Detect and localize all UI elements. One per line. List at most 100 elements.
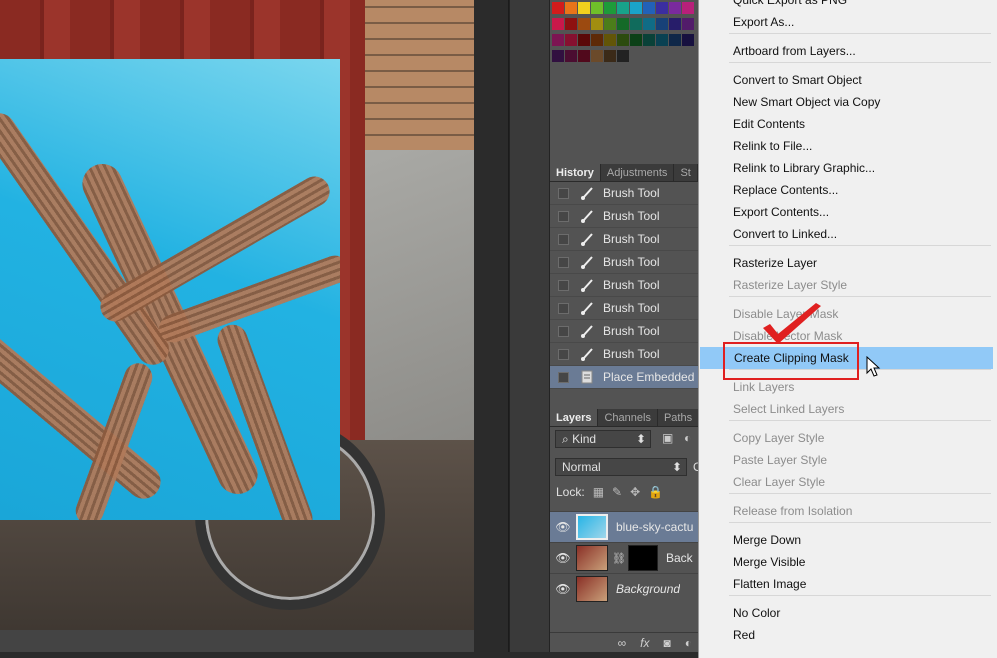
color-swatch[interactable] — [617, 50, 629, 62]
menu-item-rasterize-layer[interactable]: Rasterize Layer — [699, 252, 997, 274]
lock-move-icon[interactable]: ✥ — [630, 485, 640, 499]
tab-history[interactable]: History — [550, 164, 601, 181]
color-swatch[interactable] — [604, 18, 616, 30]
layer-filter-select[interactable]: ⌕ Kind ⬍ — [555, 430, 651, 448]
placed-cactus-photo[interactable] — [0, 59, 340, 520]
color-swatch[interactable] — [578, 18, 590, 30]
layer-row[interactable]: 👁 Background — [550, 573, 700, 604]
eye-icon[interactable]: 👁 — [550, 551, 576, 565]
color-swatch[interactable] — [591, 2, 603, 14]
history-item[interactable]: Brush Tool — [550, 297, 700, 320]
color-swatch[interactable] — [565, 18, 577, 30]
menu-item-red[interactable]: Red — [699, 624, 997, 646]
menu-item-convert-to-linked[interactable]: Convert to Linked... — [699, 223, 997, 245]
color-swatch[interactable] — [669, 18, 681, 30]
adjustment-filter-icon[interactable]: ◐ — [684, 431, 691, 445]
history-snapshot-checkbox[interactable] — [558, 256, 569, 268]
color-swatch[interactable] — [643, 34, 655, 46]
fx-icon[interactable]: fx — [640, 636, 649, 650]
link-icon[interactable]: ∞ — [618, 636, 627, 650]
history-item[interactable]: Place Embedded — [550, 366, 700, 389]
color-swatch[interactable] — [578, 2, 590, 14]
color-swatch[interactable] — [591, 18, 603, 30]
menu-item-artboard-from-layers[interactable]: Artboard from Layers... — [699, 40, 997, 62]
lock-all-icon[interactable]: 🔒 — [648, 485, 663, 499]
history-item[interactable]: Brush Tool — [550, 320, 700, 343]
menu-item-edit-contents[interactable]: Edit Contents — [699, 113, 997, 135]
history-snapshot-checkbox[interactable] — [558, 348, 569, 360]
history-item[interactable]: Brush Tool — [550, 251, 700, 274]
menu-item-new-smart-object-via-copy[interactable]: New Smart Object via Copy — [699, 91, 997, 113]
color-swatch[interactable] — [630, 18, 642, 30]
document-canvas[interactable] — [0, 0, 474, 630]
eye-icon[interactable]: 👁 — [550, 520, 576, 534]
lock-transparent-icon[interactable]: ▦ — [593, 485, 604, 499]
tab-styles[interactable]: St — [674, 164, 698, 181]
color-swatch[interactable] — [682, 18, 694, 30]
menu-item-replace-contents[interactable]: Replace Contents... — [699, 179, 997, 201]
color-swatch[interactable] — [552, 34, 564, 46]
history-snapshot-checkbox[interactable] — [558, 233, 569, 245]
color-swatch[interactable] — [591, 50, 603, 62]
color-swatch[interactable] — [552, 50, 564, 62]
layer-row[interactable]: 👁 ⛓ Back — [550, 542, 700, 573]
color-swatch[interactable] — [682, 2, 694, 14]
layer-mask-thumbnail[interactable] — [627, 545, 658, 571]
color-swatch[interactable] — [682, 34, 694, 46]
history-snapshot-checkbox[interactable] — [558, 187, 569, 199]
lock-paint-icon[interactable]: ✎ — [612, 485, 622, 499]
color-swatch[interactable] — [630, 2, 642, 14]
eye-icon[interactable]: 👁 — [550, 582, 576, 596]
color-swatch[interactable] — [565, 34, 577, 46]
history-snapshot-checkbox[interactable] — [558, 210, 569, 222]
color-swatch[interactable] — [669, 2, 681, 14]
color-swatch[interactable] — [591, 34, 603, 46]
image-filter-icon[interactable]: ▣ — [662, 431, 673, 445]
history-item[interactable]: Brush Tool — [550, 343, 700, 366]
history-item[interactable]: Brush Tool — [550, 205, 700, 228]
adjustment-layer-icon[interactable]: ◐ — [685, 636, 692, 650]
menu-item-merge-down[interactable]: Merge Down — [699, 529, 997, 551]
color-swatch[interactable] — [617, 34, 629, 46]
menu-item-relink-to-file[interactable]: Relink to File... — [699, 135, 997, 157]
history-item[interactable]: Brush Tool — [550, 182, 700, 205]
tab-adjustments[interactable]: Adjustments — [601, 164, 675, 181]
color-swatch[interactable] — [552, 2, 564, 14]
tab-layers[interactable]: Layers — [550, 409, 599, 426]
menu-item-flatten-image[interactable]: Flatten Image — [699, 573, 997, 595]
menu-item-export-as[interactable]: Export As... — [699, 11, 997, 33]
color-swatch[interactable] — [604, 34, 616, 46]
color-swatch[interactable] — [578, 34, 590, 46]
history-snapshot-checkbox[interactable] — [558, 371, 569, 383]
menu-item-export-contents[interactable]: Export Contents... — [699, 201, 997, 223]
color-swatch[interactable] — [656, 34, 668, 46]
color-swatch[interactable] — [578, 50, 590, 62]
history-item[interactable]: Brush Tool — [550, 274, 700, 297]
color-swatch[interactable] — [565, 2, 577, 14]
tab-paths[interactable]: Paths — [658, 409, 700, 426]
color-swatch[interactable] — [656, 2, 668, 14]
add-mask-icon[interactable]: ◙ — [664, 636, 671, 650]
history-item[interactable]: Brush Tool — [550, 228, 700, 251]
history-snapshot-checkbox[interactable] — [558, 302, 569, 314]
menu-item-relink-to-library-graphic[interactable]: Relink to Library Graphic... — [699, 157, 997, 179]
menu-item-merge-visible[interactable]: Merge Visible — [699, 551, 997, 573]
tab-channels[interactable]: Channels — [598, 409, 658, 426]
blend-mode-select[interactable]: Normal ⬍ — [555, 458, 687, 476]
chain-link-icon[interactable]: ⛓ — [612, 552, 626, 565]
history-snapshot-checkbox[interactable] — [558, 325, 569, 337]
color-swatch[interactable] — [617, 18, 629, 30]
menu-item-quick-export-as-png[interactable]: Quick Export as PNG — [699, 0, 997, 11]
color-swatch[interactable] — [552, 18, 564, 30]
layer-row[interactable]: 👁 blue-sky-cactu — [550, 511, 700, 542]
color-swatch[interactable] — [565, 50, 577, 62]
color-swatch[interactable] — [643, 18, 655, 30]
color-swatch[interactable] — [643, 2, 655, 14]
history-snapshot-checkbox[interactable] — [558, 279, 569, 291]
menu-item-no-color[interactable]: No Color — [699, 602, 997, 624]
color-swatch[interactable] — [604, 2, 616, 14]
color-swatch[interactable] — [604, 50, 616, 62]
color-swatch[interactable] — [656, 18, 668, 30]
color-swatch[interactable] — [630, 34, 642, 46]
color-swatch[interactable] — [617, 2, 629, 14]
